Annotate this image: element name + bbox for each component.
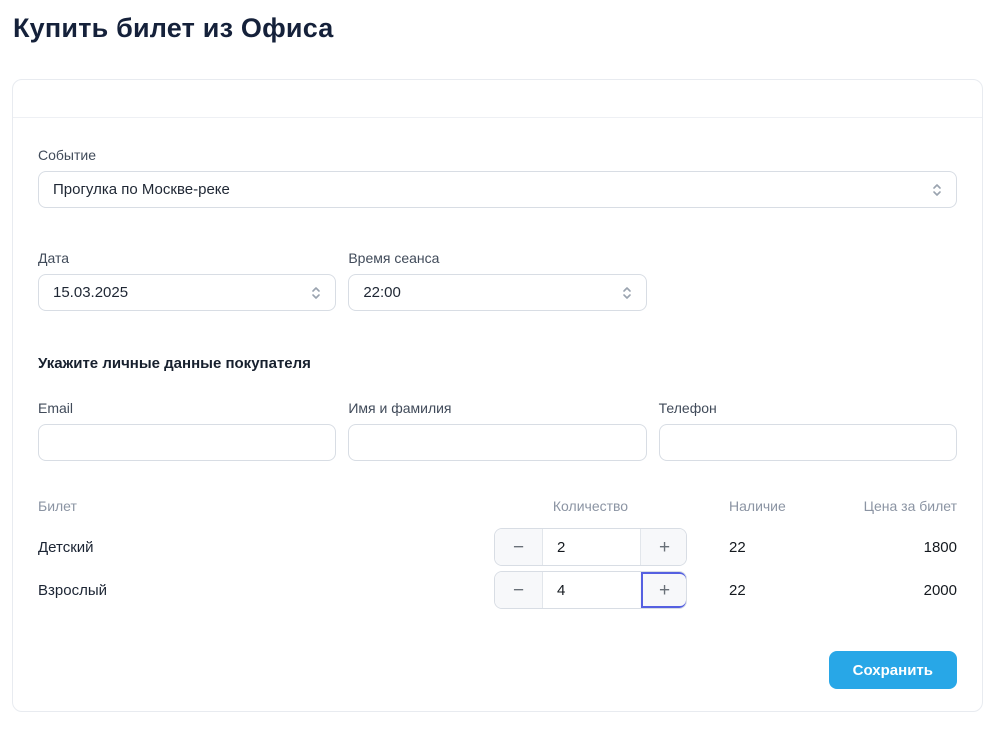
price-value: 1800 [819,539,957,556]
quantity-column-header: Количество [494,498,687,514]
availability-column-header: Наличие [687,498,819,514]
increase-quantity-button[interactable]: + [640,572,687,608]
increase-quantity-button[interactable]: + [640,529,687,565]
event-label: Событие [38,147,957,163]
quantity-input[interactable] [543,572,640,608]
datetime-spacer [659,250,957,311]
purchase-form-card: Событие Прогулка по Москве-реке Дата 15.… [12,79,983,712]
event-field: Событие Прогулка по Москве-реке [38,147,957,208]
chevron-up-down-icon [931,183,943,197]
buy-ticket-page: Купить билет из Офиса Событие Прогулка п… [0,0,995,712]
tickets-header-row: Билет Количество Наличие Цена за билет [38,498,957,514]
actions-row: Сохранить [38,651,957,689]
ticket-name: Взрослый [38,582,494,599]
time-select-value: 22:00 [363,284,401,301]
decrease-quantity-button[interactable]: − [495,529,543,565]
name-label: Имя и фамилия [348,400,646,416]
time-field: Время сеанса 22:00 [348,250,646,311]
date-label: Дата [38,250,336,266]
event-select-value: Прогулка по Москве-реке [53,181,230,198]
date-select[interactable]: 15.03.2025 [38,274,336,311]
save-button[interactable]: Сохранить [829,651,957,689]
ticket-name: Детский [38,539,494,556]
email-label: Email [38,400,336,416]
name-field-wrap: Имя и фамилия [348,400,646,461]
availability-value: 22 [687,539,819,556]
date-select-value: 15.03.2025 [53,284,128,301]
date-field: Дата 15.03.2025 [38,250,336,311]
chevron-up-down-icon [621,286,633,300]
chevron-up-down-icon [310,286,322,300]
ticket-row-child: Детский − + 22 1800 [38,528,957,566]
event-select[interactable]: Прогулка по Москве-реке [38,171,957,208]
email-field-wrap: Email [38,400,336,461]
personal-data-heading: Укажите личные данные покупателя [38,355,957,372]
name-input[interactable] [348,424,646,461]
personal-fields-row: Email Имя и фамилия Телефон [38,400,957,461]
decrease-quantity-button[interactable]: − [495,572,543,608]
phone-input[interactable] [659,424,957,461]
phone-label: Телефон [659,400,957,416]
price-column-header: Цена за билет [819,498,957,514]
card-body: Событие Прогулка по Москве-реке Дата 15.… [13,118,982,711]
page-title: Купить билет из Офиса [13,13,983,44]
price-value: 2000 [819,582,957,599]
tickets-table: Билет Количество Наличие Цена за билет Д… [38,498,957,609]
phone-field-wrap: Телефон [659,400,957,461]
datetime-row: Дата 15.03.2025 Время сеанса 22:00 [38,250,957,311]
card-header [13,80,982,118]
time-label: Время сеанса [348,250,646,266]
ticket-row-adult: Взрослый − + 22 2000 [38,571,957,609]
quantity-input[interactable] [543,529,640,565]
ticket-column-header: Билет [38,498,494,514]
quantity-stepper: − + [494,528,687,566]
email-input[interactable] [38,424,336,461]
time-select[interactable]: 22:00 [348,274,646,311]
availability-value: 22 [687,582,819,599]
quantity-stepper: − + [494,571,687,609]
